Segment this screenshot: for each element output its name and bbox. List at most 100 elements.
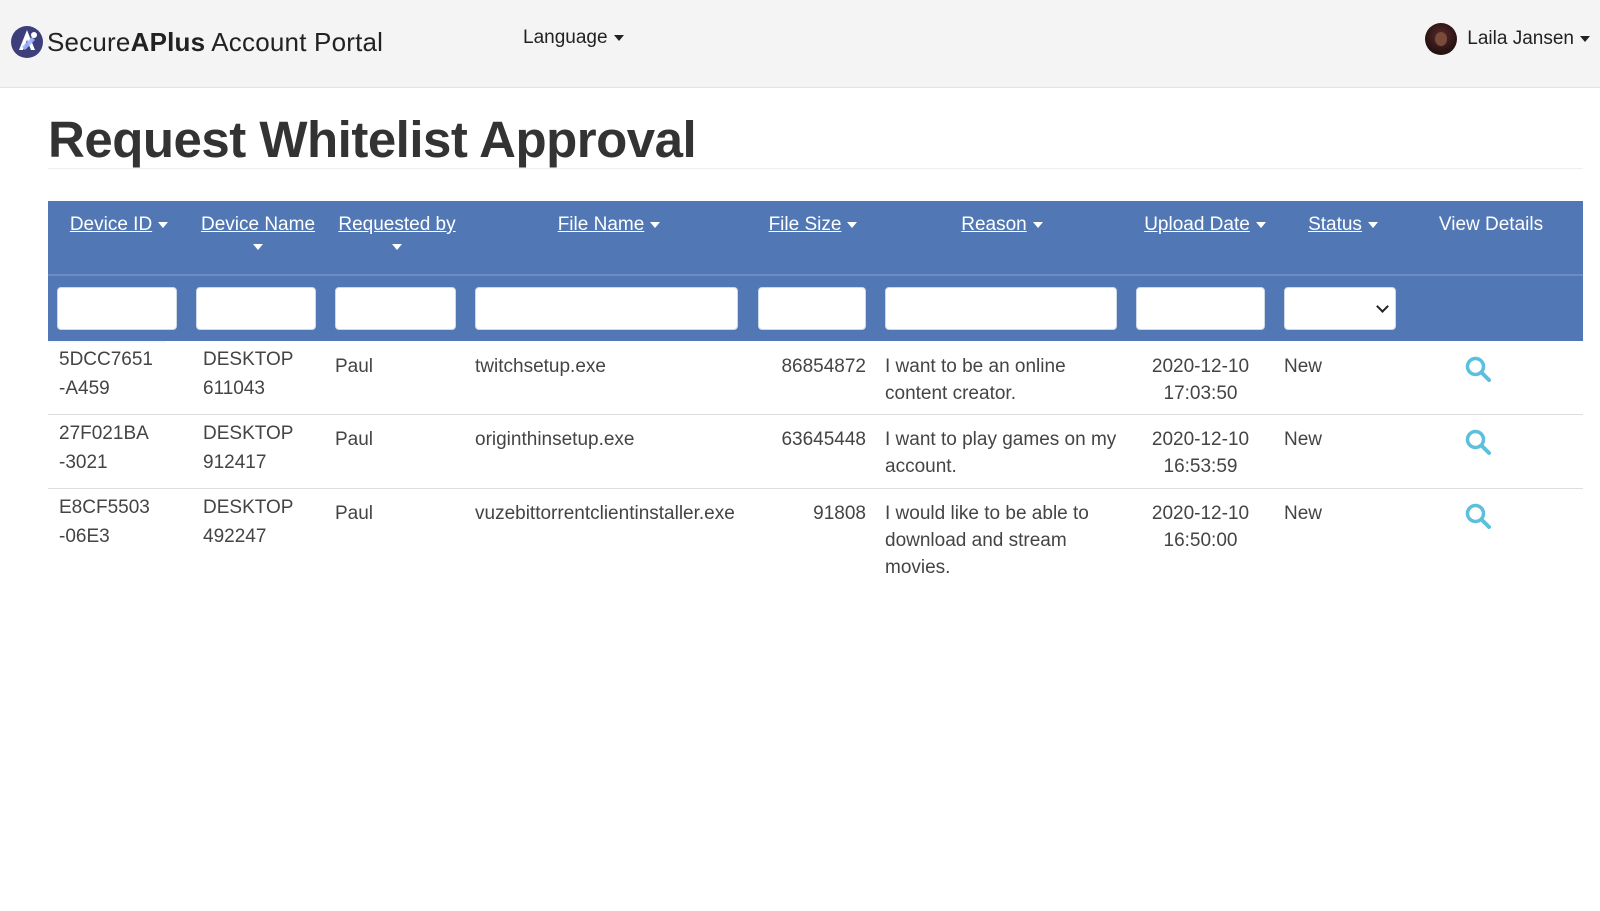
language-label: Language [523, 27, 608, 48]
upload-date-line: 16:53:59 [1163, 456, 1238, 477]
column-header-file-size[interactable]: File Size [758, 213, 868, 237]
view-details-header-label: View Details [1438, 214, 1544, 235]
table-row: 5DCC7651 -A459 DESKTOP 611043 Paul twitc… [48, 341, 1583, 415]
search-icon [1465, 503, 1491, 529]
cell-device-name: DESKTOP 492247 [203, 493, 293, 551]
sort-reason-link[interactable]: Reason [961, 214, 1027, 235]
filter-requested-by-input[interactable] [335, 287, 456, 330]
cell-upload-date: 2020-12-10 16:50:00 [1136, 500, 1265, 554]
column-header-requested-by[interactable]: Requested by [336, 213, 458, 250]
cell-requested-by: Paul [335, 356, 374, 377]
filter-file-size-input[interactable] [758, 287, 866, 330]
avatar [1425, 23, 1458, 55]
search-icon [1465, 356, 1491, 382]
cell-device-name: DESKTOP 912417 [203, 419, 293, 477]
cell-reason: I want to be an online content creator. [885, 356, 1066, 404]
row-top-highlight [48, 341, 166, 343]
filter-device-name-input[interactable] [196, 287, 316, 330]
cell-status: New [1284, 356, 1323, 377]
view-details-button[interactable] [1464, 428, 1492, 456]
sort-device-name-link[interactable]: Device Name [201, 214, 315, 235]
device-name-line: 912417 [203, 452, 267, 473]
device-id-line: 27F021BA [59, 423, 149, 444]
column-header-device-name[interactable]: Device Name [196, 213, 320, 250]
cell-file-name: twitchsetup.exe [475, 356, 606, 377]
filter-device-id-input[interactable] [57, 287, 177, 330]
cell-device-id: E8CF5503 -06E3 [59, 493, 150, 551]
sort-upload-date-link[interactable]: Upload Date [1144, 214, 1250, 235]
caret-down-icon [158, 221, 169, 228]
column-header-file-name[interactable]: File Name [476, 213, 742, 237]
caret-down-icon [1580, 36, 1590, 42]
upload-date-line: 2020-12-10 [1151, 503, 1250, 524]
device-name-line: DESKTOP [203, 349, 294, 370]
table-row: E8CF5503 -06E3 DESKTOP 492247 Paul vuzeb… [48, 489, 1583, 589]
upload-date-line: 2020-12-10 [1151, 429, 1250, 450]
cell-file-name: vuzebittorrentclientinstaller.exe [475, 503, 735, 524]
device-name-line: 611043 [203, 378, 265, 399]
column-header-upload-date[interactable]: Upload Date [1130, 213, 1280, 237]
caret-down-icon [253, 244, 263, 250]
column-header-view-details: View Details [1412, 213, 1570, 237]
table-row: 27F021BA -3021 DESKTOP 912417 Paul origi… [48, 415, 1583, 489]
column-header-device-id[interactable]: Device ID [60, 213, 178, 237]
table-filter-row [48, 276, 1583, 341]
device-id-line: 5DCC7651 [59, 349, 153, 370]
upload-date-line: 2020-12-10 [1151, 356, 1250, 377]
sort-requested-by-link[interactable]: Requested by [338, 214, 455, 235]
brand-link[interactable]: SecureAPlus Account Portal [10, 24, 383, 60]
caret-down-icon [1367, 221, 1378, 228]
search-icon [1465, 429, 1491, 455]
caret-down-icon [613, 35, 624, 41]
table-header-row: Device ID Device Name Requested by File … [48, 201, 1583, 276]
sort-file-name-link[interactable]: File Name [558, 214, 645, 235]
filter-upload-date-input[interactable] [1136, 287, 1265, 330]
cell-status: New [1284, 429, 1323, 450]
cell-file-name: originthinsetup.exe [475, 429, 635, 450]
caret-down-icon [650, 221, 661, 228]
chevron-down-icon [1376, 300, 1389, 313]
title-divider [48, 168, 1583, 169]
language-dropdown[interactable]: Language [523, 27, 624, 49]
cell-requested-by: Paul [335, 429, 374, 450]
cell-reason: I want to play games on my account. [885, 429, 1117, 477]
device-id-line: E8CF5503 [59, 497, 150, 518]
brand-name: SecureAPlus Account Portal [47, 26, 384, 57]
cell-device-id: 27F021BA -3021 [59, 419, 149, 477]
cell-device-id: 5DCC7651 -A459 [59, 345, 153, 403]
column-header-status[interactable]: Status [1288, 213, 1398, 237]
sort-status-link[interactable]: Status [1308, 214, 1362, 235]
top-navbar: SecureAPlus Account Portal Language Lail… [0, 0, 1600, 88]
filter-status-select[interactable] [1284, 287, 1396, 330]
sort-device-id-link[interactable]: Device ID [70, 214, 152, 235]
user-name: Laila Jansen [1467, 28, 1574, 49]
cell-file-size: 91808 [813, 503, 866, 524]
cell-upload-date: 2020-12-10 17:03:50 [1136, 353, 1265, 407]
view-details-button[interactable] [1464, 355, 1492, 383]
device-name-line: DESKTOP [203, 497, 294, 518]
device-id-line: -06E3 [59, 526, 110, 547]
sort-file-size-link[interactable]: File Size [769, 214, 842, 235]
caret-down-icon [847, 221, 858, 228]
cell-requested-by: Paul [335, 503, 374, 524]
device-id-line: -3021 [59, 452, 108, 473]
cell-file-size: 63645448 [781, 429, 866, 450]
caret-down-icon [1255, 221, 1266, 228]
whitelist-requests-table: Device ID Device Name Requested by File … [48, 201, 1583, 589]
column-header-reason[interactable]: Reason [884, 213, 1120, 237]
page-title: Request Whitelist Approval [48, 111, 697, 168]
filter-file-name-input[interactable] [475, 287, 738, 330]
filter-reason-input[interactable] [885, 287, 1117, 330]
view-details-button[interactable] [1464, 502, 1492, 530]
caret-down-icon [1032, 221, 1043, 228]
upload-date-line: 16:50:00 [1163, 530, 1238, 551]
secureaplus-logo-icon [11, 26, 43, 58]
device-name-line: 492247 [203, 526, 267, 547]
cell-device-name: DESKTOP 611043 [203, 345, 293, 403]
user-menu-dropdown[interactable]: Laila Jansen [1425, 23, 1590, 55]
device-id-line: -A459 [59, 378, 110, 399]
caret-down-icon [392, 244, 402, 250]
cell-upload-date: 2020-12-10 16:53:59 [1136, 426, 1265, 480]
cell-status: New [1284, 503, 1323, 524]
cell-file-size: 86854872 [781, 356, 866, 377]
